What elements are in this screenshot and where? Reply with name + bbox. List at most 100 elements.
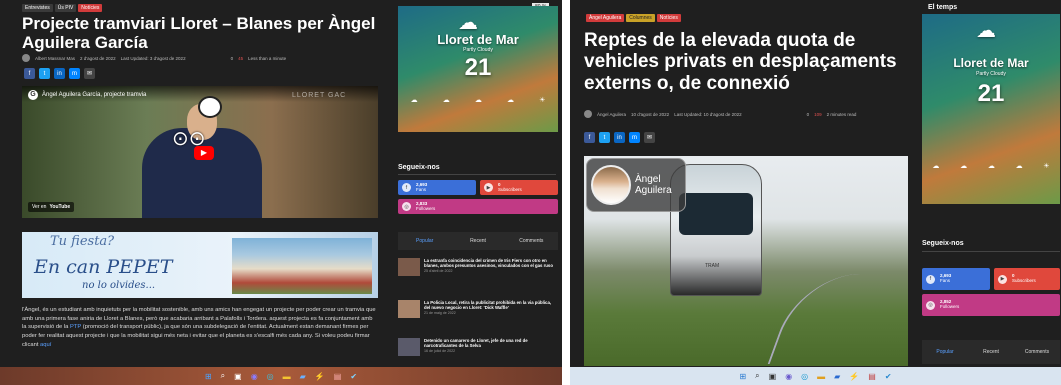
cloud-icon: ☁: [960, 163, 968, 170]
updated-date: Last Updated: 10 d'agost de 2022: [674, 111, 742, 117]
list-item[interactable]: La estranfa coincidencia del crimen de I…: [398, 258, 558, 276]
weather-city: Lloret de Mar: [437, 32, 519, 47]
share-bar: f t in m ✉: [584, 132, 655, 143]
twitter-share-icon[interactable]: t: [39, 68, 50, 79]
item-date: 16 de juliol de 2022: [424, 349, 456, 354]
facebook-label: Fans: [416, 186, 427, 192]
store-icon[interactable]: ▰: [834, 372, 840, 381]
taskview-icon[interactable]: ▣: [769, 372, 777, 381]
instagram-follow[interactable]: ◎ 2,852 Followers: [922, 294, 1060, 316]
windows-icon[interactable]: ⊞: [739, 372, 746, 381]
facebook-share-icon[interactable]: f: [584, 132, 595, 143]
tag[interactable]: Notícies: [656, 14, 681, 22]
youtube-follow[interactable]: ▶ 0 Subscribers: [480, 180, 558, 195]
windows-icon[interactable]: ⊞: [205, 372, 212, 381]
instagram-follow[interactable]: ◎ 2,833 Followers: [398, 199, 558, 214]
updated-date: Last Updated: 3 d'agost de 2022: [120, 55, 186, 61]
tab-recent[interactable]: Recent: [451, 238, 504, 244]
ad-banner[interactable]: Tu fiesta? En can PEPET no lo olvides...: [22, 232, 378, 298]
bolt-icon[interactable]: ⚡: [849, 372, 859, 381]
chat-icon[interactable]: ◉: [251, 372, 258, 381]
chat-icon[interactable]: ◉: [785, 372, 792, 381]
twitter-share-icon[interactable]: t: [599, 132, 610, 143]
sign-link[interactable]: aquí: [40, 342, 51, 348]
watch-on-youtube[interactable]: Ver en YouTube: [28, 202, 75, 212]
facebook-share-icon[interactable]: f: [24, 68, 35, 79]
item-title[interactable]: Detenido un camarero de Lloret, jefe de …: [424, 338, 558, 348]
taskview-icon[interactable]: ▣: [234, 372, 242, 381]
facebook-follow[interactable]: f 2,693 Fans: [922, 268, 990, 290]
app-icon[interactable]: ▤: [334, 372, 342, 381]
video-title[interactable]: Àngel Aguilera García, projecte tramvia: [42, 92, 146, 98]
ptp-link[interactable]: PTP: [70, 324, 81, 330]
email-share-icon[interactable]: ✉: [84, 68, 95, 79]
article-body: l'Àngel, és un estudiant amb inquietuts …: [22, 306, 378, 349]
item-title[interactable]: La estranfa coincidencia del crimen de I…: [424, 258, 558, 268]
messenger-share-icon[interactable]: m: [69, 68, 80, 79]
cloud-icon: ☁: [1015, 163, 1023, 170]
tag[interactable]: Notícies: [78, 4, 103, 12]
store-icon[interactable]: ▰: [300, 372, 306, 381]
tag[interactable]: Columnes: [626, 14, 655, 22]
ad-photo: [232, 238, 372, 294]
video-embed[interactable]: G Àngel Aguilera García, projecte tramvi…: [22, 86, 378, 218]
category-tags: Àngel Aguilera Columnes Notícies: [586, 14, 681, 22]
item-date: 21 de maig de 2022: [424, 311, 456, 316]
files-icon[interactable]: ▬: [283, 372, 291, 381]
item-date: 25 d'abril de 2022: [424, 269, 453, 274]
instagram-icon: ◎: [402, 202, 411, 211]
tab-recent[interactable]: Recent: [968, 349, 1014, 355]
check-icon[interactable]: ✔: [350, 372, 357, 381]
follow-title: Segueix-nos: [922, 240, 964, 247]
item-title[interactable]: La Policia Local, retira la publicitat p…: [424, 300, 558, 310]
weather-widget: ☁ Lloret de Mar Partly Cloudy 21 ☁ ☁ ☁ ☁ ☀: [922, 14, 1060, 204]
comments-count[interactable]: 0: [807, 112, 810, 117]
instagram-label: Followers: [940, 304, 960, 309]
check-icon[interactable]: ✔: [885, 372, 892, 381]
tab-comments[interactable]: Comments: [1014, 349, 1060, 355]
weather-condition: Partly Cloudy: [976, 71, 1006, 77]
post-date: 10 d'agost de 2022: [631, 111, 670, 117]
play-button[interactable]: ▶: [194, 146, 214, 160]
messenger-share-icon[interactable]: m: [629, 132, 640, 143]
facebook-icon: f: [926, 274, 935, 284]
app-icon[interactable]: ▤: [868, 372, 876, 381]
ad-line3: no lo olvides...: [82, 280, 156, 291]
tag[interactable]: Ús PIV: [54, 4, 77, 12]
cloud-icon: ☁: [442, 97, 450, 104]
author-name[interactable]: Albert Massnar Mas: [35, 56, 75, 61]
tag[interactable]: Entrevistes: [22, 4, 53, 12]
search-icon[interactable]: ⌕: [755, 371, 759, 381]
weather-condition: Partly Cloudy: [463, 47, 493, 53]
cloud-icon: ☁: [410, 97, 418, 104]
edge-icon[interactable]: ◎: [801, 372, 808, 381]
tab-popular[interactable]: Popular: [922, 349, 968, 355]
tag[interactable]: Àngel Aguilera: [586, 14, 625, 22]
read-time: Less than a minute: [248, 55, 287, 61]
article-meta: Albert Massnar Mas 2 d'agost de 2022 Las…: [22, 54, 286, 62]
facebook-follow[interactable]: f 2,693 Fans: [398, 180, 476, 195]
author-badge: Àngel Aguilera: [586, 158, 686, 212]
bolt-icon[interactable]: ⚡: [315, 372, 325, 381]
weather-forecast: ☁ ☁ ☁ ☁ ☀: [398, 96, 558, 104]
linkedin-share-icon[interactable]: in: [614, 132, 625, 143]
cloud-icon: ☁: [987, 163, 995, 170]
youtube-follow[interactable]: ▶ 0 Subscribers: [994, 268, 1060, 290]
author-name[interactable]: Àngel Aguilera: [597, 112, 626, 117]
files-icon[interactable]: ▬: [817, 372, 825, 381]
channel-icon: G: [28, 90, 38, 100]
tab-comments[interactable]: Comments: [505, 238, 558, 244]
tab-popular[interactable]: Popular: [398, 238, 451, 244]
list-item[interactable]: Detenido un camarero de Lloret, jefe de …: [398, 338, 558, 356]
list-item[interactable]: La Policia Local, retira la publicitat p…: [398, 300, 558, 318]
thumbnail: [398, 258, 420, 276]
email-share-icon[interactable]: ✉: [644, 132, 655, 143]
linkedin-share-icon[interactable]: in: [54, 68, 65, 79]
tram-label: TRAM: [705, 263, 720, 269]
taskbar: ⊞ ⌕ ▣ ◉ ◎ ▬ ▰ ⚡ ▤ ✔: [570, 367, 1061, 385]
search-icon[interactable]: ⌕: [221, 371, 225, 381]
article-title: Reptes de la elevada quota de vehicles p…: [584, 30, 897, 94]
article-title: Projecte tramviari Lloret – Blanes per À…: [22, 14, 376, 53]
comments-count[interactable]: 0: [231, 56, 234, 61]
edge-icon[interactable]: ◎: [267, 372, 274, 381]
